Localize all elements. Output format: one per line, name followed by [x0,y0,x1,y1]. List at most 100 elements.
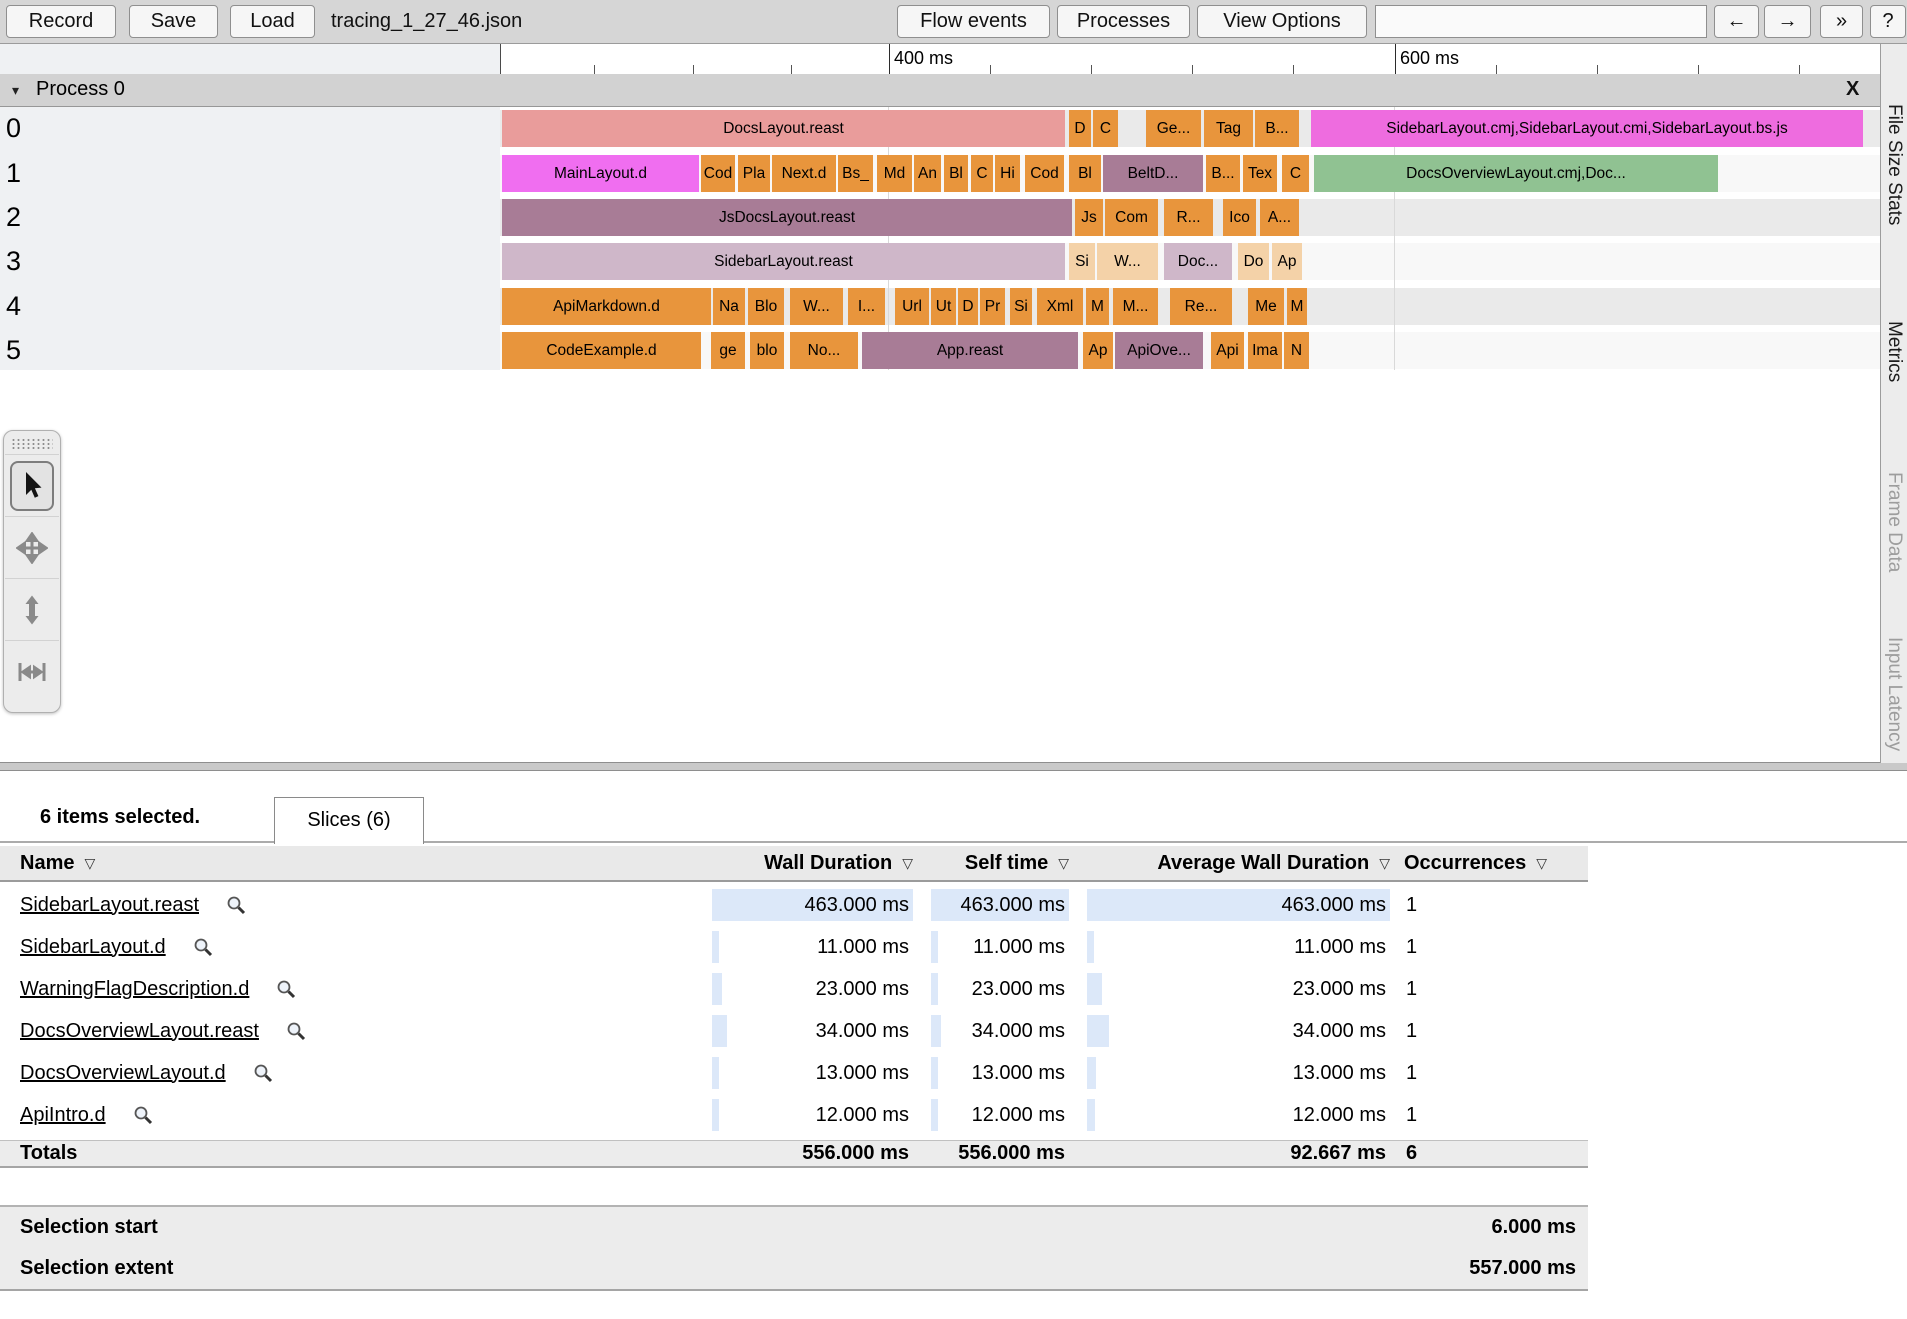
trace-slice[interactable]: Hi [995,155,1020,192]
find-previous-button[interactable]: ← [1714,5,1759,38]
trace-slice[interactable]: C [1282,155,1309,192]
trace-slice[interactable]: Pr [980,288,1005,325]
trace-slice[interactable]: Ap [1272,243,1302,280]
palette-grip[interactable] [11,438,53,450]
trace-slice[interactable]: Next.d [772,155,836,192]
column-header-occurrences[interactable]: Occurrences ▽ [1404,846,1588,880]
trace-slice[interactable]: B... [1255,110,1299,147]
trace-slice[interactable]: DocsLayout.reast [502,110,1065,147]
trace-slice[interactable]: M [1086,288,1109,325]
trace-slice[interactable]: Cod [701,155,735,192]
trace-slice[interactable]: Re... [1170,288,1232,325]
trace-slice[interactable]: Ico [1223,199,1256,236]
trace-slice[interactable]: Tag [1204,110,1253,147]
magnifier-icon[interactable] [225,894,247,916]
column-header-self-time[interactable]: Self time ▽ [931,846,1069,880]
trace-slice[interactable]: W... [1097,243,1158,280]
trace-slice[interactable]: An [914,155,941,192]
trace-slice[interactable]: Ge... [1146,110,1201,147]
trace-slice[interactable]: SidebarLayout.reast [502,243,1065,280]
trace-slice[interactable]: Blo [748,288,784,325]
trace-slice[interactable]: N [1284,332,1309,369]
side-tab-metrics[interactable]: Metrics [1883,321,1905,382]
trace-slice[interactable]: M... [1113,288,1158,325]
trace-slice[interactable]: Ima [1248,332,1282,369]
slice-name-link[interactable]: ApiIntro.d [20,1104,106,1127]
trace-slice[interactable]: ApiMarkdown.d [502,288,711,325]
trace-slice[interactable]: BeltD... [1103,155,1203,192]
zoom-tool-button[interactable] [5,578,59,640]
panel-splitter[interactable] [0,762,1907,771]
trace-slice[interactable]: R... [1164,199,1213,236]
trace-slice[interactable]: Js [1075,199,1103,236]
selection-tool-button[interactable] [5,454,59,516]
side-tab-input-latency[interactable]: Input Latency [1883,637,1905,751]
pan-tool-button[interactable] [5,516,59,578]
column-header-wall-duration[interactable]: Wall Duration ▽ [712,846,913,880]
trace-slice[interactable]: CodeExample.d [502,332,701,369]
search-input[interactable] [1375,5,1707,38]
trace-slice[interactable]: Me [1248,288,1284,325]
magnifier-icon[interactable] [192,936,214,958]
trace-slice[interactable]: MainLayout.d [502,155,699,192]
collapse-arrow-icon[interactable]: ▾ [12,82,19,99]
trace-slice[interactable]: Md [877,155,912,192]
process-header[interactable]: ▾ Process 0 X [0,74,1880,107]
trace-slice[interactable]: Api [1211,332,1244,369]
trace-slice[interactable]: Com [1105,199,1158,236]
trace-slice[interactable]: Si [1010,288,1032,325]
trace-slice[interactable]: blo [750,332,784,369]
trace-slice[interactable]: Si [1069,243,1095,280]
trace-slice[interactable]: M [1287,288,1307,325]
slice-name-link[interactable]: DocsOverviewLayout.reast [20,1020,259,1043]
magnifier-icon[interactable] [285,1020,307,1042]
trace-slice[interactable]: D [958,288,978,325]
trace-slice[interactable]: Cod [1025,155,1064,192]
trace-slice[interactable]: B... [1206,155,1240,192]
close-process-button[interactable]: X [1846,78,1859,101]
trace-slice[interactable]: ApiOve... [1115,332,1203,369]
trace-slice[interactable]: Xml [1037,288,1083,325]
trace-slice[interactable]: Tex [1243,155,1277,192]
find-next-button[interactable]: → [1764,5,1811,38]
side-tab-frame-data[interactable]: Frame Data [1883,472,1905,572]
magnifier-icon[interactable] [252,1062,274,1084]
column-header-name[interactable]: Name ▽ [20,846,320,880]
side-tab-file-size-stats[interactable]: File Size Stats [1883,104,1905,225]
record-button[interactable]: Record [6,5,116,38]
tab-slices[interactable]: Slices (6) [274,797,424,844]
timing-tool-button[interactable] [5,640,59,702]
trace-slice[interactable]: Do [1238,243,1269,280]
trace-slice[interactable]: Url [895,288,929,325]
trace-slice[interactable]: App.reast [862,332,1078,369]
view-options-button[interactable]: View Options [1197,5,1367,38]
trace-slice[interactable]: Bl [944,155,968,192]
load-button[interactable]: Load [230,5,315,38]
trace-slice[interactable]: Pla [738,155,770,192]
trace-slice[interactable]: No... [790,332,858,369]
trace-slice[interactable]: C [1093,110,1118,147]
more-options-button[interactable]: » [1820,5,1863,38]
trace-slice[interactable]: D [1069,110,1091,147]
trace-slice[interactable]: DocsOverviewLayout.cmj,Doc... [1314,155,1718,192]
slice-name-link[interactable]: SidebarLayout.d [20,936,166,959]
slice-name-link[interactable]: DocsOverviewLayout.d [20,1062,226,1085]
trace-slice[interactable]: W... [790,288,843,325]
help-button[interactable]: ? [1870,5,1906,38]
magnifier-icon[interactable] [275,978,297,1000]
flow-events-button[interactable]: Flow events [897,5,1050,38]
trace-slice[interactable]: Doc... [1164,243,1232,280]
magnifier-icon[interactable] [132,1104,154,1126]
trace-slice[interactable]: Na [713,288,745,325]
trace-slice[interactable]: SidebarLayout.cmj,SidebarLayout.cmi,Side… [1311,110,1863,147]
trace-slice[interactable]: Ap [1083,332,1113,369]
processes-button[interactable]: Processes [1057,5,1190,38]
trace-slice[interactable]: JsDocsLayout.reast [502,199,1072,236]
trace-slice[interactable]: A... [1260,199,1299,236]
trace-slice[interactable]: Bl [1069,155,1101,192]
slice-name-link[interactable]: SidebarLayout.reast [20,894,199,917]
column-header-average-wall-duration[interactable]: Average Wall Duration ▽ [1087,846,1390,880]
trace-slice[interactable]: C [971,155,993,192]
save-button[interactable]: Save [129,5,218,38]
trace-slice[interactable]: Bs_ [838,155,873,192]
